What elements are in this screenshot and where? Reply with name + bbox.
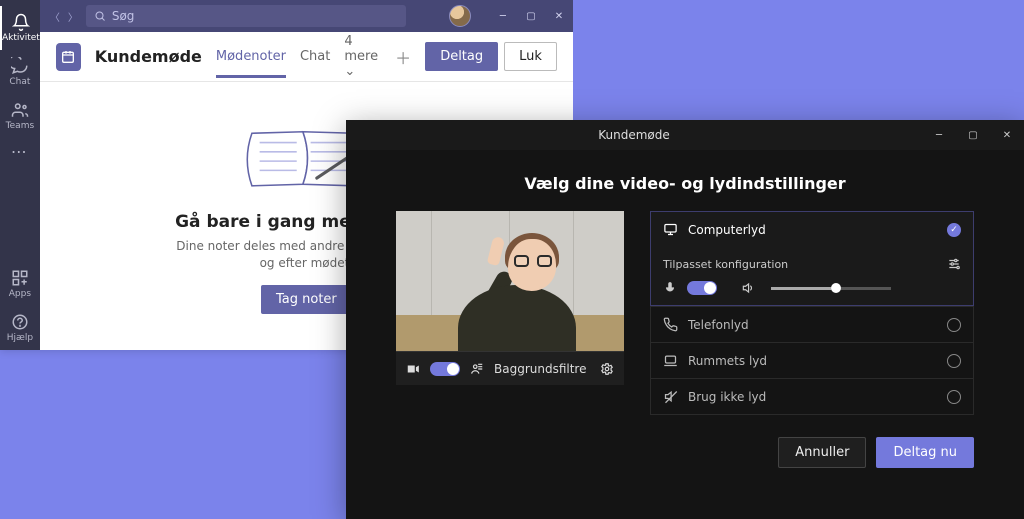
meeting-icon bbox=[56, 43, 81, 71]
room-icon bbox=[663, 353, 678, 368]
join-heading: Vælg dine video- og lydindstillinger bbox=[346, 150, 1024, 211]
camera-preview bbox=[396, 211, 624, 351]
tab-more-label: 4 mere bbox=[344, 34, 378, 64]
take-notes-button[interactable]: Tag noter bbox=[261, 285, 352, 314]
search-icon bbox=[94, 10, 106, 22]
bg-filters-label[interactable]: Baggrundsfiltre bbox=[494, 362, 586, 376]
sidebar-item-activity[interactable]: Aktivitet bbox=[0, 6, 40, 50]
no-audio-icon bbox=[663, 389, 678, 404]
user-avatar[interactable] bbox=[449, 5, 471, 27]
computer-audio-icon bbox=[663, 222, 678, 237]
nav-forward-icon[interactable]: 〉 bbox=[64, 9, 82, 24]
cancel-button[interactable]: Annuller bbox=[778, 437, 866, 468]
window-maximize-icon[interactable]: ▢ bbox=[956, 121, 990, 149]
add-tab-icon[interactable]: ＋ bbox=[395, 45, 411, 69]
teams-icon bbox=[11, 101, 29, 119]
audio-option-none[interactable]: Brug ikke lyd bbox=[650, 378, 974, 415]
gear-icon[interactable] bbox=[600, 362, 614, 376]
join-now-button[interactable]: Deltag nu bbox=[876, 437, 974, 468]
config-label: Tilpasset konfiguration bbox=[663, 258, 788, 271]
join-footer: Annuller Deltag nu bbox=[346, 415, 1024, 468]
video-icon bbox=[406, 362, 420, 376]
sliders-icon[interactable] bbox=[947, 257, 961, 271]
apps-icon bbox=[11, 269, 29, 287]
preview-controls: Baggrundsfiltre bbox=[396, 351, 624, 385]
audio-option-label: Brug ikke lyd bbox=[688, 390, 766, 404]
audio-options: Computerlyd Tilpasset konfiguration Tele… bbox=[650, 211, 974, 415]
sidebar-label: Apps bbox=[9, 289, 31, 299]
tab-meeting-notes[interactable]: Mødenoter bbox=[216, 35, 286, 78]
bell-icon bbox=[12, 13, 30, 31]
sidebar-label: Teams bbox=[6, 121, 34, 131]
join-meeting-window: Kundemøde ─ ▢ ✕ Vælg dine video- og lydi… bbox=[346, 120, 1024, 519]
video-toggle[interactable] bbox=[430, 362, 460, 376]
window-close-icon[interactable]: ✕ bbox=[545, 4, 573, 28]
app-sidebar: Aktivitet Chat Teams ⋯ Apps Hjælp bbox=[0, 0, 40, 350]
meeting-title: Kundemøde bbox=[95, 47, 202, 66]
audio-config-panel: Tilpasset konfiguration bbox=[650, 247, 974, 306]
radio-checked-icon bbox=[947, 223, 961, 237]
chat-icon bbox=[11, 57, 29, 75]
window-maximize-icon[interactable]: ▢ bbox=[517, 4, 545, 28]
chevron-down-icon: ⌄ bbox=[344, 64, 355, 79]
window-close-icon[interactable]: ✕ bbox=[990, 121, 1024, 149]
window-minimize-icon[interactable]: ─ bbox=[489, 4, 517, 28]
volume-slider[interactable] bbox=[771, 287, 891, 290]
sidebar-item-apps[interactable]: Apps bbox=[0, 262, 40, 306]
speaker-icon bbox=[741, 281, 755, 295]
meeting-header: Kundemøde Mødenoter Chat 4 mere ⌄ ＋ Delt… bbox=[40, 32, 573, 82]
mic-toggle[interactable] bbox=[687, 281, 717, 295]
join-window-title: Kundemøde bbox=[346, 128, 922, 142]
radio-icon bbox=[947, 390, 961, 404]
mic-icon bbox=[663, 281, 677, 295]
search-placeholder: Søg bbox=[112, 9, 135, 23]
help-icon bbox=[11, 313, 29, 331]
sidebar-item-teams[interactable]: Teams bbox=[0, 94, 40, 138]
join-button[interactable]: Deltag bbox=[425, 42, 498, 71]
audio-option-label: Computerlyd bbox=[688, 223, 766, 237]
audio-option-label: Telefonlyd bbox=[688, 318, 749, 332]
audio-option-phone[interactable]: Telefonlyd bbox=[650, 306, 974, 342]
tab-chat[interactable]: Chat bbox=[300, 35, 330, 78]
sidebar-label: Chat bbox=[9, 77, 30, 87]
sidebar-item-chat[interactable]: Chat bbox=[0, 50, 40, 94]
sidebar-label: Hjælp bbox=[7, 333, 33, 343]
audio-option-label: Rummets lyd bbox=[688, 354, 767, 368]
audio-option-room[interactable]: Rummets lyd bbox=[650, 342, 974, 378]
join-titlebar: Kundemøde ─ ▢ ✕ bbox=[346, 120, 1024, 150]
sidebar-more-icon[interactable]: ⋯ bbox=[11, 138, 29, 165]
sidebar-label: Aktivitet bbox=[2, 33, 40, 43]
sidebar-item-help[interactable]: Hjælp bbox=[0, 306, 40, 350]
radio-icon bbox=[947, 318, 961, 332]
video-preview-panel: Baggrundsfiltre bbox=[396, 211, 624, 415]
close-button[interactable]: Luk bbox=[504, 42, 557, 71]
background-filter-icon bbox=[470, 362, 484, 376]
radio-icon bbox=[947, 354, 961, 368]
phone-icon bbox=[663, 317, 678, 332]
window-minimize-icon[interactable]: ─ bbox=[922, 121, 956, 149]
nav-back-icon[interactable]: 〈 bbox=[46, 9, 64, 24]
audio-option-computer[interactable]: Computerlyd bbox=[650, 211, 974, 247]
